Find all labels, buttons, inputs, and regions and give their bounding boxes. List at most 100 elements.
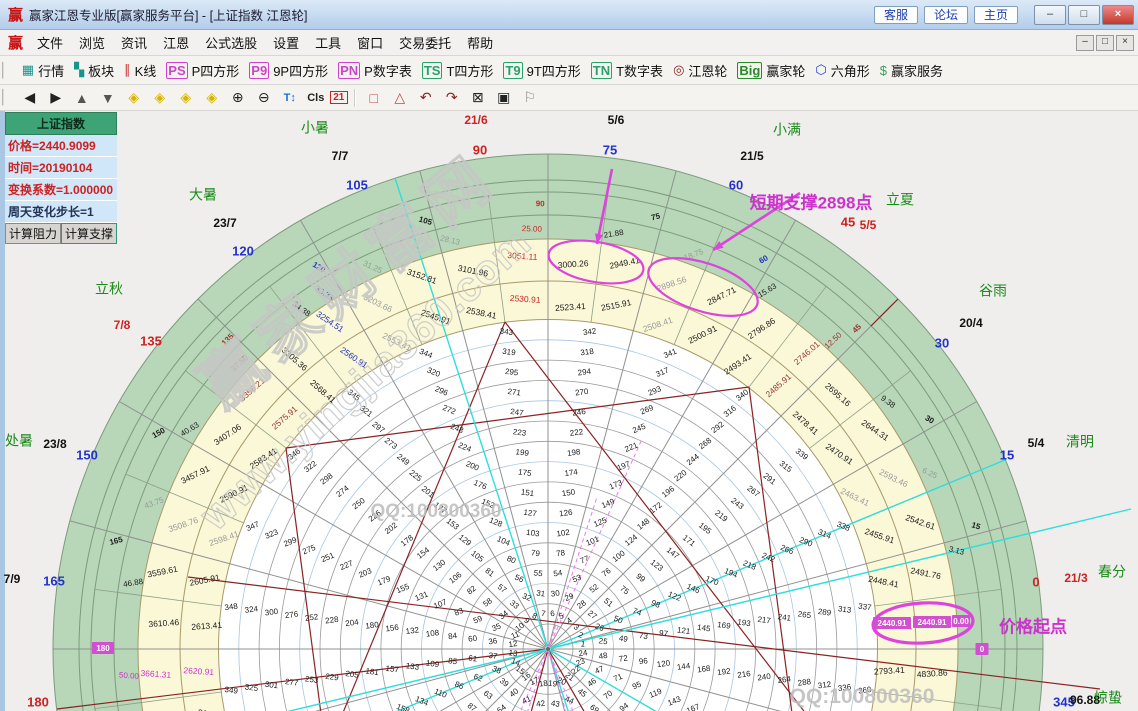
toolbar-button-redo-rotate[interactable]: ↷ (440, 89, 464, 106)
svg-text:85: 85 (448, 656, 459, 666)
toolbar-button-sectors[interactable]: ▚板块 (74, 61, 114, 80)
menu-item-7[interactable]: 窗口 (349, 31, 391, 54)
svg-text:132: 132 (405, 625, 420, 636)
parameter-panel: 上证指数 价格=2440.9099时间=20190104变换系数=1.00000… (5, 112, 117, 244)
toolbar-button-9t-square[interactable]: T99T四方形 (503, 61, 580, 80)
toolbar-button-gann-wheel[interactable]: ◎江恩轮 (673, 61, 727, 80)
toolbar-button-square-tool[interactable]: □ (362, 90, 386, 106)
titlebar-button-1[interactable]: 论坛 (924, 6, 968, 24)
toolbar-button-hexagon[interactable]: ⬡六角形 (815, 61, 869, 80)
toolbar-button-triangle-tool[interactable]: △ (388, 89, 412, 106)
svg-text:247: 247 (510, 407, 525, 418)
svg-text:325: 325 (244, 682, 259, 693)
svg-text:小满: 小满 (773, 122, 801, 138)
toolbar-button-p-square[interactable]: PSP四方形 (166, 61, 239, 80)
close-button[interactable]: × (1102, 5, 1134, 25)
toolbar-label: 9T四方形 (527, 61, 581, 80)
toolbar-button-winner-wheel[interactable]: Big赢家轮 (737, 61, 805, 80)
toolbar-button-next[interactable]: ▶ (44, 89, 68, 106)
toolbar-button-center-tool[interactable]: ▣ (492, 89, 516, 106)
gann-wheel[interactable]: 1234567891011121314151617181920212223242… (0, 111, 1138, 711)
toolbar-button-prev[interactable]: ◀ (18, 89, 42, 106)
svg-text:23/8: 23/8 (43, 437, 67, 451)
titlebar-button-2[interactable]: 主页 (974, 6, 1018, 24)
svg-text:169: 169 (717, 620, 732, 631)
toolbar-button-zoom-out[interactable]: ⊖ (252, 89, 276, 106)
svg-text:清明: 清明 (1066, 434, 1094, 450)
svg-text:102: 102 (556, 528, 571, 539)
svg-text:349: 349 (224, 685, 239, 696)
toolbar-button-zoom-in[interactable]: ⊕ (226, 89, 250, 106)
t-table-icon: TN (591, 62, 612, 79)
maximize-button[interactable]: □ (1068, 5, 1100, 25)
mdi-close-button[interactable]: × (1116, 35, 1134, 51)
menubar: 赢 文件浏览资讯江恩公式选股设置工具窗口交易委托帮助 –□× (0, 30, 1138, 56)
calc-resistance-button[interactable]: 计算阻力 (5, 223, 61, 244)
toolbar-button-undo-rotate[interactable]: ↶ (414, 89, 438, 106)
toolbar-button-calendar[interactable]: 21 (330, 91, 348, 104)
svg-text:271: 271 (507, 387, 522, 398)
svg-text:126: 126 (559, 508, 574, 519)
mdi-minimize-button[interactable]: – (1076, 35, 1094, 51)
toolbar-button-rotate-right[interactable]: ▼ (96, 90, 120, 106)
svg-text:150: 150 (561, 487, 576, 498)
menu-item-1[interactable]: 浏览 (71, 31, 113, 54)
svg-text:42: 42 (536, 699, 547, 709)
svg-text:2793.41: 2793.41 (874, 665, 906, 677)
svg-text:156: 156 (385, 623, 400, 634)
svg-text:295: 295 (504, 367, 519, 378)
menu-item-4[interactable]: 公式选股 (197, 31, 265, 54)
svg-text:75: 75 (603, 142, 617, 157)
gann-wheel-chart-area: 1234567891011121314151617181920212223242… (0, 111, 1138, 711)
toolbar-button-step-right[interactable]: ◈ (148, 89, 172, 106)
toolbar-button-step-down[interactable]: ◈ (200, 89, 224, 106)
menu-item-3[interactable]: 江恩 (155, 31, 197, 54)
toolbar-button-t-square[interactable]: TST四方形 (422, 61, 494, 80)
menu-item-0[interactable]: 文件 (29, 31, 71, 54)
svg-text:79: 79 (530, 548, 541, 558)
toolbar-button-p-table[interactable]: PNP数字表 (338, 61, 412, 80)
menu-item-8[interactable]: 交易委托 (391, 31, 459, 54)
symbol-title: 上证指数 (5, 112, 117, 135)
calc-support-button[interactable]: 计算支撑 (61, 223, 117, 244)
menu-item-9[interactable]: 帮助 (459, 31, 501, 54)
toolbar-button-box-x[interactable]: ⊠ (466, 89, 490, 106)
svg-text:120: 120 (656, 658, 671, 669)
toolbar-button-flag-tool[interactable]: ⚐ (518, 89, 542, 106)
svg-text:3661.31: 3661.31 (140, 668, 172, 680)
svg-text:43: 43 (550, 699, 561, 709)
sectors-icon: ▚ (74, 62, 84, 78)
toolbar-button-step-left[interactable]: ◈ (122, 89, 146, 106)
price-origin-annotation: 价格起点 (999, 616, 1067, 636)
toolbar-button-rotate-left[interactable]: ▲ (70, 90, 94, 106)
menu-item-2[interactable]: 资讯 (113, 31, 155, 54)
toolbar-button-9p-square[interactable]: P99P四方形 (249, 61, 328, 80)
titlebar-button-0[interactable]: 客服 (874, 6, 918, 24)
toolbar-button-cls[interactable]: Cls (304, 92, 328, 104)
minimize-button[interactable]: – (1034, 5, 1066, 25)
toolbar-button-quotes[interactable]: ▦行情 (22, 61, 64, 80)
toolbar-button-t-table[interactable]: TNT数字表 (591, 61, 663, 80)
menu-item-6[interactable]: 工具 (307, 31, 349, 54)
svg-text:3000.26: 3000.26 (557, 258, 589, 270)
svg-text:192: 192 (717, 666, 732, 677)
svg-text:49: 49 (618, 634, 629, 644)
mdi-maximize-button[interactable]: □ (1096, 35, 1114, 51)
svg-text:133: 133 (405, 661, 420, 672)
panel-row-2: 变换系数=1.000000 (5, 179, 117, 201)
toolbar-label: T四方形 (446, 61, 493, 80)
toolbar-label: K线 (135, 61, 157, 80)
toolbar-button-winner-service[interactable]: $赢家服务 (880, 61, 943, 80)
menu-item-5[interactable]: 设置 (265, 31, 307, 54)
svg-text:5/6: 5/6 (608, 113, 625, 127)
toolbar-button-step-up[interactable]: ◈ (174, 89, 198, 106)
svg-text:立夏: 立夏 (886, 192, 914, 208)
toolbar-button-flip[interactable]: T↕ (278, 92, 302, 104)
svg-text:15: 15 (1000, 447, 1014, 462)
svg-text:0: 0 (1032, 574, 1039, 589)
svg-text:2440.91: 2440.91 (878, 619, 907, 628)
toolbar-button-kline[interactable]: ∥K线 (124, 61, 156, 80)
svg-text:229: 229 (325, 672, 340, 683)
svg-text:48: 48 (598, 651, 609, 661)
svg-text:175: 175 (518, 467, 533, 478)
